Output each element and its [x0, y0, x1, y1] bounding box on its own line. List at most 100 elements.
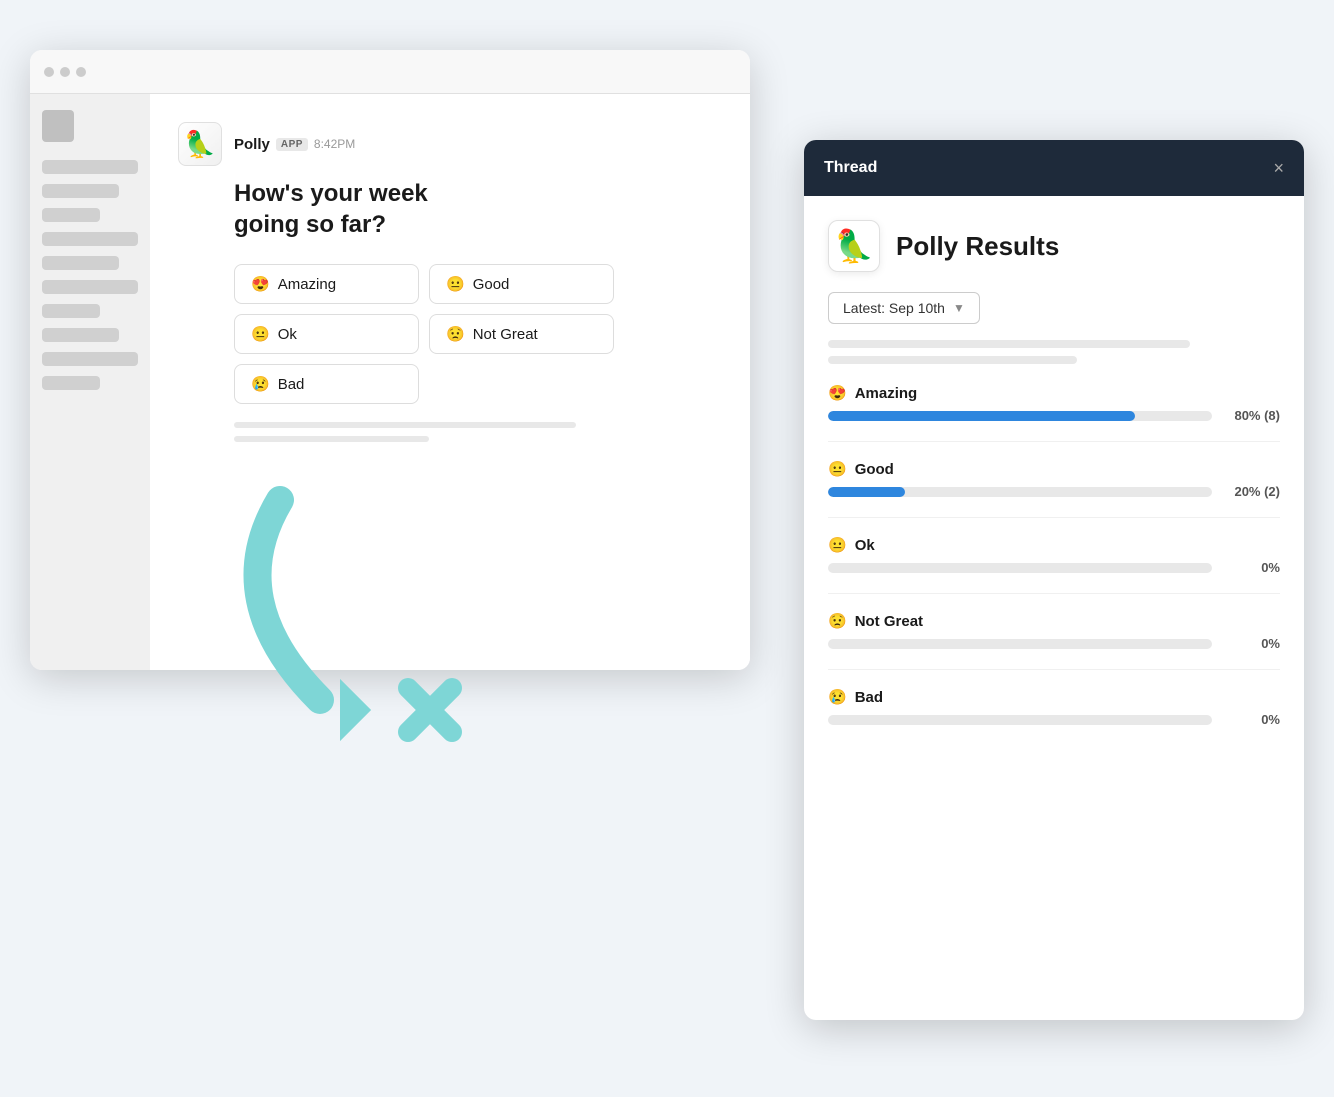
emoji-result-good: 😐 [828, 460, 847, 478]
result-item-ok: 😐 Ok 0% [828, 536, 1280, 575]
result-item-amazing: 😍 Amazing 80% (8) [828, 384, 1280, 423]
result-bar-row-ok: 0% [828, 560, 1280, 575]
text-result-bad: Bad [855, 689, 883, 706]
result-bar-row-amazing: 80% (8) [828, 408, 1280, 423]
result-bar-track-ok [828, 563, 1212, 573]
emoji-result-amazing: 😍 [828, 384, 847, 402]
result-bar-track-bad [828, 715, 1212, 725]
thread-meta-bars [828, 340, 1280, 364]
emoji-result-ok: 😐 [828, 536, 847, 554]
thread-polly-title: Polly Results [896, 231, 1059, 262]
result-bar-row-not-great: 0% [828, 636, 1280, 651]
polly-name: Polly [234, 136, 270, 153]
label-ok: Ok [278, 326, 297, 343]
slack-sidebar [30, 94, 150, 670]
text-result-ok: Ok [855, 537, 875, 554]
result-label-bad: 😢 Bad [828, 688, 1280, 706]
thread-panel: Thread × 🦜 Polly Results Latest: Sep 10t… [804, 140, 1304, 1020]
result-bar-fill-good [828, 487, 905, 497]
emoji-not-great: 😟 [446, 325, 465, 343]
emoji-result-bad: 😢 [828, 688, 847, 706]
result-bar-track-amazing [828, 411, 1212, 421]
titlebar [30, 50, 750, 94]
meta-bar-1 [828, 340, 1190, 348]
poll-option-not-great[interactable]: 😟 Not Great [429, 314, 614, 354]
thread-polly-header: 🦜 Polly Results [828, 220, 1280, 272]
result-item-bad: 😢 Bad 0% [828, 688, 1280, 727]
date-selector[interactable]: Latest: Sep 10th ▼ [828, 292, 980, 324]
polly-time: 8:42PM [314, 137, 355, 151]
footer-bar-short [234, 436, 429, 442]
footer-bar-long [234, 422, 576, 428]
result-divider-3 [828, 593, 1280, 594]
result-bar-row-bad: 0% [828, 712, 1280, 727]
result-divider [828, 441, 1280, 442]
thread-polly-logo: 🦜 [828, 220, 880, 272]
emoji-ok: 😐 [251, 325, 270, 343]
result-label-amazing: 😍 Amazing [828, 384, 1280, 402]
sidebar-block [42, 208, 100, 222]
sidebar-block [42, 256, 119, 270]
slack-main: 🦜 Polly APP 8:42PM How's your weekgoing … [150, 94, 750, 670]
result-pct-not-great: 0% [1220, 636, 1280, 651]
label-bad: Bad [278, 376, 305, 393]
poll-option-ok[interactable]: 😐 Ok [234, 314, 419, 354]
result-label-ok: 😐 Ok [828, 536, 1280, 554]
sidebar-block [42, 352, 138, 366]
result-pct-ok: 0% [1220, 560, 1280, 575]
emoji-good: 😐 [446, 275, 465, 293]
polly-app-badge: APP [276, 138, 308, 151]
text-result-not-great: Not Great [855, 613, 923, 630]
chevron-down-icon: ▼ [953, 301, 965, 315]
polly-sender-info: Polly APP 8:42PM [234, 136, 355, 153]
sidebar-block [42, 376, 100, 390]
polly-message-header: 🦜 Polly APP 8:42PM [178, 122, 722, 166]
result-label-not-great: 😟 Not Great [828, 612, 1280, 630]
result-divider-2 [828, 517, 1280, 518]
titlebar-dot-2 [60, 67, 70, 77]
titlebar-dot-1 [44, 67, 54, 77]
result-bar-track-good [828, 487, 1212, 497]
result-bar-row-good: 20% (2) [828, 484, 1280, 499]
slack-window: 🦜 Polly APP 8:42PM How's your weekgoing … [30, 50, 750, 670]
meta-bar-2 [828, 356, 1077, 364]
result-pct-amazing: 80% (8) [1220, 408, 1280, 423]
sidebar-block [42, 328, 119, 342]
emoji-result-not-great: 😟 [828, 612, 847, 630]
thread-content: 🦜 Polly Results Latest: Sep 10th ▼ 😍 Ama… [804, 196, 1304, 765]
polly-question: How's your weekgoing so far? [234, 178, 722, 240]
sidebar-block [42, 160, 138, 174]
label-not-great: Not Great [473, 326, 538, 343]
text-result-amazing: Amazing [855, 385, 918, 402]
sidebar-block [42, 232, 138, 246]
thread-close-button[interactable]: × [1273, 159, 1284, 177]
text-result-good: Good [855, 461, 894, 478]
label-good: Good [473, 276, 510, 293]
thread-header: Thread × [804, 140, 1304, 196]
sidebar-block [42, 280, 138, 294]
poll-option-bad[interactable]: 😢 Bad [234, 364, 419, 404]
result-divider-4 [828, 669, 1280, 670]
emoji-bad: 😢 [251, 375, 270, 393]
sidebar-block [42, 184, 119, 198]
poll-option-amazing[interactable]: 😍 Amazing [234, 264, 419, 304]
emoji-amazing: 😍 [251, 275, 270, 293]
result-item-good: 😐 Good 20% (2) [828, 460, 1280, 499]
poll-option-good[interactable]: 😐 Good [429, 264, 614, 304]
result-label-good: 😐 Good [828, 460, 1280, 478]
result-pct-bad: 0% [1220, 712, 1280, 727]
poll-footer [234, 422, 722, 442]
poll-options: 😍 Amazing 😐 Good 😐 Ok 😟 Not Great 😢 [234, 264, 614, 404]
sidebar-avatar [42, 110, 74, 142]
polly-name-row: Polly APP 8:42PM [234, 136, 355, 153]
label-amazing: Amazing [278, 276, 336, 293]
result-bar-fill-amazing [828, 411, 1135, 421]
titlebar-dot-3 [76, 67, 86, 77]
date-selector-label: Latest: Sep 10th [843, 300, 945, 316]
result-pct-good: 20% (2) [1220, 484, 1280, 499]
polly-logo-small: 🦜 [178, 122, 222, 166]
thread-title: Thread [824, 159, 877, 177]
slack-body: 🦜 Polly APP 8:42PM How's your weekgoing … [30, 94, 750, 670]
result-item-not-great: 😟 Not Great 0% [828, 612, 1280, 651]
sidebar-block [42, 304, 100, 318]
